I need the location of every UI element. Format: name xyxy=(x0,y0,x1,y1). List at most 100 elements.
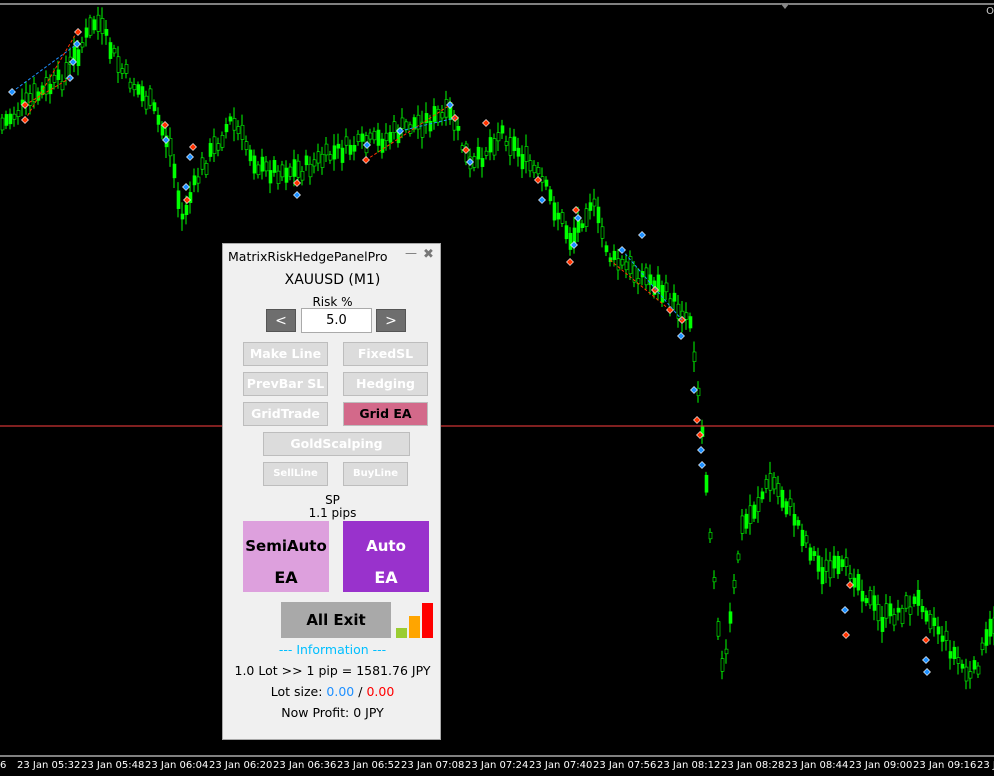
auto-ea-label: EA xyxy=(374,568,398,587)
candle-body xyxy=(492,138,497,156)
grid-ea-button[interactable]: Grid EA xyxy=(343,402,428,426)
candle-body xyxy=(292,159,297,177)
candle-body xyxy=(840,559,845,567)
close-icon[interactable]: ✖ xyxy=(423,247,434,262)
candle-body xyxy=(264,161,269,172)
candle-body xyxy=(708,532,713,540)
candle-body xyxy=(968,671,973,679)
lot-size-info: Lot size: 0.00 / 0.00 xyxy=(223,684,442,699)
candle-body xyxy=(940,635,945,642)
candle-body xyxy=(324,143,329,156)
candle-body xyxy=(904,595,909,609)
candle-body xyxy=(764,479,769,489)
sell-line-button[interactable]: SellLine xyxy=(263,462,328,486)
candle-body xyxy=(496,132,501,142)
candle-body xyxy=(536,167,541,175)
candle-body xyxy=(100,18,105,34)
time-label: 23 Jan 06:04 xyxy=(145,760,209,771)
buy-line-button[interactable]: BuyLine xyxy=(343,462,408,486)
corner-mark: O xyxy=(986,6,994,17)
candle-body xyxy=(0,117,5,131)
grid-trade-button[interactable]: GridTrade xyxy=(243,402,328,426)
candle-body xyxy=(716,621,721,637)
candle-body xyxy=(984,629,989,646)
candle-body xyxy=(696,387,701,397)
candle-body xyxy=(252,155,257,174)
candle-body xyxy=(516,147,521,157)
candle-body xyxy=(420,121,425,138)
candle-body xyxy=(92,19,97,31)
buy-marker-icon xyxy=(690,386,698,394)
candle-body xyxy=(28,93,33,106)
candle-body xyxy=(528,160,533,172)
candle-body xyxy=(880,616,885,632)
candle-body xyxy=(312,159,317,167)
buy-marker-icon xyxy=(182,183,190,191)
auto-ea-button[interactable]: Auto EA xyxy=(343,521,429,592)
minimize-icon[interactable]: — xyxy=(405,246,417,260)
candle-body xyxy=(152,102,157,112)
candle-body xyxy=(116,56,121,73)
all-exit-button[interactable]: All Exit xyxy=(281,602,391,638)
candle-body xyxy=(892,614,897,626)
candle-body xyxy=(736,553,741,561)
candle-body xyxy=(328,154,333,161)
make-line-button[interactable]: Make Line xyxy=(243,342,328,366)
time-label: 23 Jan 08:12 xyxy=(657,760,721,771)
candle-body xyxy=(908,606,913,615)
candle-body xyxy=(180,213,185,220)
candle-body xyxy=(12,113,17,120)
risk-decrease-button[interactable]: < xyxy=(266,309,296,332)
candle-body xyxy=(64,62,69,79)
candle-body xyxy=(248,149,253,162)
lot-size-separator: / xyxy=(358,684,363,699)
candle-body xyxy=(284,167,289,183)
candle-body xyxy=(948,651,953,659)
candle-body xyxy=(220,135,225,148)
gold-scalping-button[interactable]: GoldScalping xyxy=(263,432,410,456)
candle-body xyxy=(96,14,101,32)
semi-auto-ea-button[interactable]: SemiAuto EA xyxy=(243,521,329,592)
candle-body xyxy=(540,176,545,183)
sell-marker-icon xyxy=(922,636,930,644)
candle-body xyxy=(388,132,393,143)
time-label: 23 Jan 06:52 xyxy=(337,760,401,771)
candle-body xyxy=(260,156,265,172)
candle-body xyxy=(744,513,749,529)
candle-body xyxy=(560,212,565,224)
candle-body xyxy=(352,144,357,152)
candle-body xyxy=(848,573,853,579)
candle-body xyxy=(580,223,585,229)
candle-body xyxy=(104,29,109,36)
candle-body xyxy=(440,112,445,119)
time-label: 23 Jan 07:40 xyxy=(529,760,593,771)
price-chart[interactable] xyxy=(0,0,994,776)
candle-body xyxy=(644,267,649,286)
candle-body xyxy=(356,133,361,142)
candle-body xyxy=(964,666,969,682)
sell-marker-icon xyxy=(566,258,574,266)
candle-body xyxy=(712,577,717,583)
candle-body xyxy=(792,514,797,526)
risk-input[interactable]: 5.0 xyxy=(301,308,372,333)
buy-marker-icon xyxy=(922,656,930,664)
candle-body xyxy=(184,204,189,215)
hedging-button[interactable]: Hedging xyxy=(343,372,428,396)
sell-marker-icon xyxy=(74,28,82,36)
candle-body xyxy=(884,603,889,619)
fixed-sl-button[interactable]: FixedSL xyxy=(343,342,428,366)
candle-body xyxy=(532,164,537,174)
risk-increase-button[interactable]: > xyxy=(376,309,406,332)
candle-body xyxy=(288,166,293,177)
candle-body xyxy=(224,124,229,133)
candle-body xyxy=(80,42,85,48)
candle-body xyxy=(928,613,933,630)
prevbar-sl-button[interactable]: PrevBar SL xyxy=(243,372,328,396)
time-label: 23 Jan 05:48 xyxy=(81,760,145,771)
time-label: 23 Jan 07:24 xyxy=(465,760,529,771)
candle-body xyxy=(348,144,353,155)
candle-body xyxy=(812,551,817,556)
candle-body xyxy=(912,596,917,604)
candle-body xyxy=(956,657,961,664)
candle-body xyxy=(84,27,89,38)
